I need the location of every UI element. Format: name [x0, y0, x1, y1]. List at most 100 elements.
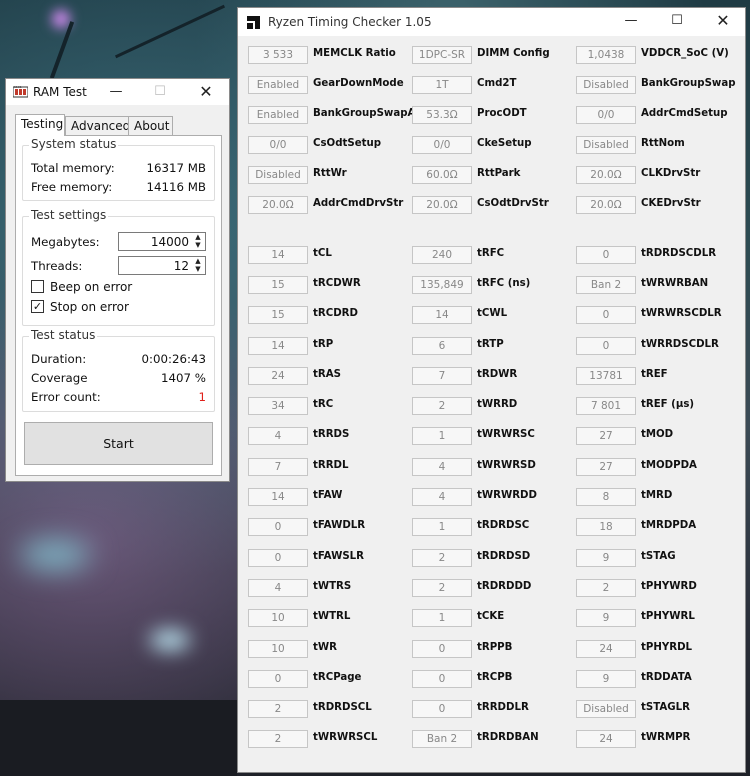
timing-value-field[interactable]: 9 — [576, 549, 636, 567]
timing-label: tMRDPDA — [641, 520, 697, 531]
timing-value-field[interactable]: 1 — [412, 518, 472, 536]
rtc-titlebar[interactable]: Ryzen Timing Checker 1.05 — ☐ ✕ — [238, 8, 745, 36]
timing-value-field[interactable]: 7 — [412, 367, 472, 385]
minimize-button[interactable]: — — [614, 8, 648, 34]
timing-value-field[interactable]: 13781 — [576, 367, 636, 385]
timing-value-field[interactable]: 24 — [576, 640, 636, 658]
timing-value-field[interactable]: 24 — [576, 730, 636, 748]
maximize-button[interactable]: ☐ — [143, 79, 177, 105]
close-button[interactable]: ✕ — [189, 79, 223, 105]
maximize-button[interactable]: ☐ — [660, 8, 694, 34]
timing-value-field[interactable]: 20.0Ω — [576, 196, 636, 214]
timing-value-field[interactable]: 4 — [412, 488, 472, 506]
timing-value-field[interactable]: 0/0 — [412, 136, 472, 154]
timing-value-field[interactable]: 4 — [248, 579, 308, 597]
timing-value-field[interactable]: 9 — [576, 609, 636, 627]
timing-value-field[interactable]: Ban 2 — [576, 276, 636, 294]
timing-value-field[interactable]: 4 — [412, 458, 472, 476]
check-icon[interactable]: ✓ — [31, 300, 44, 313]
timing-value-field[interactable]: 2 — [248, 730, 308, 748]
timing-value-field[interactable]: 0 — [576, 337, 636, 355]
timing-value-field[interactable]: Disabled — [248, 166, 308, 184]
spin-up-icon[interactable]: ▲ — [193, 258, 203, 265]
timing-label: tRCDRD — [313, 308, 358, 319]
timing-value-field[interactable]: Ban 2 — [412, 730, 472, 748]
timing-value-field[interactable]: Disabled — [576, 700, 636, 718]
timing-value-field[interactable]: 9 — [576, 670, 636, 688]
timing-value-field[interactable]: 6 — [412, 337, 472, 355]
timing-value-field[interactable]: 8 — [576, 488, 636, 506]
timing-value-field[interactable]: 0/0 — [576, 106, 636, 124]
timing-value-field[interactable]: 14 — [412, 306, 472, 324]
timing-value-field[interactable]: 10 — [248, 609, 308, 627]
timing-value-field[interactable]: 1T — [412, 76, 472, 94]
timing-value-field[interactable]: 10 — [248, 640, 308, 658]
checkbox-box[interactable] — [31, 280, 44, 293]
timing-value-field[interactable]: 0 — [248, 670, 308, 688]
timing-value-field[interactable]: 2 — [412, 549, 472, 567]
timing-label: tRFC — [477, 248, 505, 259]
timing-value-field[interactable]: 14 — [248, 337, 308, 355]
timing-value-field[interactable]: 1,0438 — [576, 46, 636, 64]
timing-value-field[interactable]: 240 — [412, 246, 472, 264]
megabytes-stepper[interactable]: 14000 ▲ ▼ — [118, 232, 206, 251]
timing-label: tCKE — [477, 611, 505, 622]
timing-value-field[interactable]: 0 — [576, 246, 636, 264]
timing-value-field[interactable]: 7 801 — [576, 397, 636, 415]
start-button[interactable]: Start — [24, 422, 213, 465]
timing-label: tWRWRSCL — [313, 732, 378, 743]
testing-panel: System status Total memory: 16317 MB Fre… — [15, 135, 222, 476]
timing-value-field[interactable]: 0 — [412, 700, 472, 718]
tab-testing[interactable]: Testing — [15, 114, 65, 136]
timing-value-field[interactable]: Disabled — [576, 76, 636, 94]
timing-value-field[interactable]: 60.0Ω — [412, 166, 472, 184]
timing-value-field[interactable]: 18 — [576, 518, 636, 536]
timing-value-field[interactable]: 0 — [248, 549, 308, 567]
timing-value-field[interactable]: 20.0Ω — [248, 196, 308, 214]
timing-value-field[interactable]: 3 533 — [248, 46, 308, 64]
timing-value-field[interactable]: 20.0Ω — [412, 196, 472, 214]
timing-value-field[interactable]: 15 — [248, 276, 308, 294]
timing-value-field[interactable]: 135,849 — [412, 276, 472, 294]
timing-value-field[interactable]: 34 — [248, 397, 308, 415]
timing-value-field[interactable]: 0 — [576, 306, 636, 324]
spin-down-icon[interactable]: ▼ — [193, 242, 203, 249]
timing-value-field[interactable]: 4 — [248, 427, 308, 445]
timing-value-field[interactable]: 15 — [248, 306, 308, 324]
tab-advanced[interactable]: Advanced — [65, 116, 130, 135]
timing-value-field[interactable]: 7 — [248, 458, 308, 476]
tab-about[interactable]: About — [128, 116, 173, 135]
timing-value-field[interactable]: Disabled — [576, 136, 636, 154]
window-title: RAM Test — [33, 85, 87, 99]
spin-up-icon[interactable]: ▲ — [193, 234, 203, 241]
timing-value-field[interactable]: 14 — [248, 246, 308, 264]
timing-value-field[interactable]: 53.3Ω — [412, 106, 472, 124]
timing-value-field[interactable]: 0 — [248, 518, 308, 536]
timing-value-field[interactable]: 27 — [576, 427, 636, 445]
coverage-row: Coverage 1407 % — [31, 371, 206, 387]
timing-value-field[interactable]: 1DPC-SR — [412, 46, 472, 64]
timing-value-field[interactable]: 20.0Ω — [576, 166, 636, 184]
threads-stepper[interactable]: 12 ▲ ▼ — [118, 256, 206, 275]
ramtest-window: 1101 RAM Test — ☐ ✕ Testing Advanced Abo… — [5, 78, 230, 482]
timing-value-field[interactable]: 1 — [412, 427, 472, 445]
timing-label: tREF — [641, 369, 668, 380]
timing-value-field[interactable]: 1 — [412, 609, 472, 627]
timing-value-field[interactable]: Enabled — [248, 76, 308, 94]
timing-value-field[interactable]: Enabled — [248, 106, 308, 124]
timing-value-field[interactable]: 0 — [412, 670, 472, 688]
timing-value-field[interactable]: 2 — [412, 579, 472, 597]
minimize-button[interactable]: — — [99, 79, 133, 105]
close-button[interactable]: ✕ — [706, 8, 740, 34]
timing-value-field[interactable]: 0/0 — [248, 136, 308, 154]
timing-value-field[interactable]: 0 — [412, 640, 472, 658]
timing-label: tSTAGLR — [641, 702, 690, 713]
ramtest-titlebar[interactable]: 1101 RAM Test — ☐ ✕ — [6, 79, 229, 105]
timing-value-field[interactable]: 2 — [412, 397, 472, 415]
spin-down-icon[interactable]: ▼ — [193, 266, 203, 273]
timing-value-field[interactable]: 2 — [576, 579, 636, 597]
timing-value-field[interactable]: 24 — [248, 367, 308, 385]
timing-value-field[interactable]: 27 — [576, 458, 636, 476]
timing-value-field[interactable]: 2 — [248, 700, 308, 718]
timing-value-field[interactable]: 14 — [248, 488, 308, 506]
